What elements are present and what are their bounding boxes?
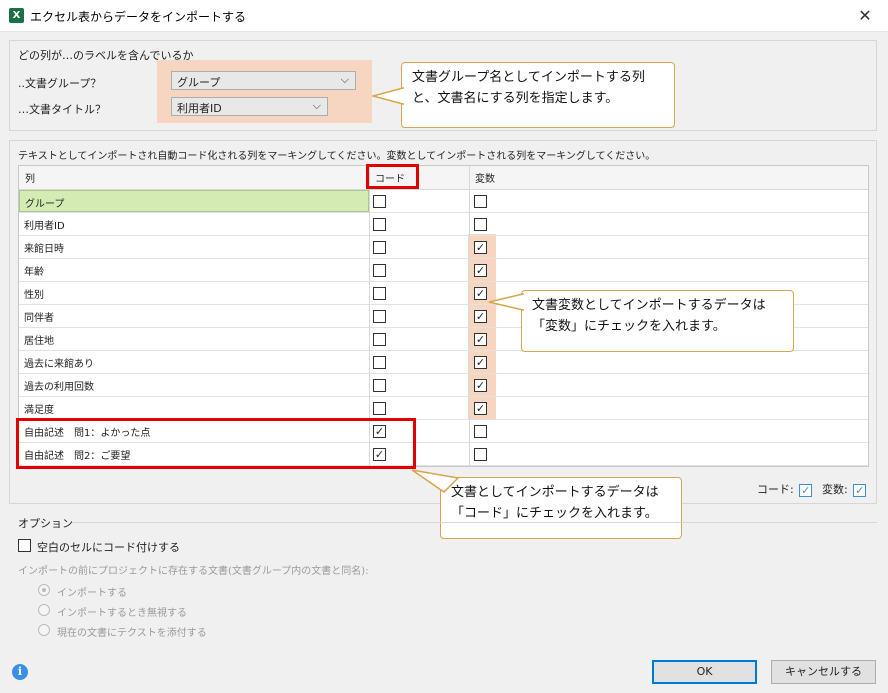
doc-title-select[interactable]: 利用者ID ⌵ — [171, 97, 328, 116]
column-name-cell[interactable]: 来館日時 — [19, 236, 369, 258]
chevron-down-icon: ⌵ — [312, 99, 321, 112]
variable-checkbox[interactable] — [474, 448, 487, 461]
code-checkbox[interactable] — [373, 241, 386, 254]
variable-checkbox[interactable] — [474, 425, 487, 438]
radio-import[interactable] — [38, 584, 50, 596]
doc-group-select[interactable]: グループ ⌵ — [171, 71, 356, 90]
header-col: 列 — [25, 174, 35, 185]
close-button[interactable]: ✕ — [842, 0, 888, 31]
code-checkbox[interactable] — [373, 402, 386, 415]
variable-checkbox[interactable]: ✓ — [474, 264, 487, 277]
code-empty-cells-checkbox[interactable] — [18, 539, 31, 552]
callout-tail — [372, 87, 404, 105]
table-row: 満足度 ✓ — [19, 397, 868, 420]
legend-variable-label: 変数: — [822, 483, 848, 496]
table-row: 過去の利用回数 ✓ — [19, 374, 868, 397]
column-name-cell[interactable]: 過去の利用回数 — [19, 374, 369, 396]
doc-title-value: 利用者ID — [177, 102, 222, 115]
code-checkbox[interactable] — [373, 356, 386, 369]
column-name-cell[interactable]: 年齢 — [19, 259, 369, 281]
radio-ignore-label[interactable]: インポートするとき無視する — [57, 604, 187, 619]
options-title: オプション — [18, 517, 73, 530]
legend-code-label: コード: — [757, 483, 794, 496]
window-title: エクセル表からデータをインポートする — [30, 10, 247, 24]
variable-checkbox[interactable]: ✓ — [474, 287, 487, 300]
variable-checkbox[interactable]: ✓ — [474, 379, 487, 392]
cancel-button[interactable]: キャンセルする — [771, 660, 876, 684]
radio-ignore[interactable] — [38, 604, 50, 616]
column-name-cell[interactable]: 同伴者 — [19, 305, 369, 327]
column-name-cell[interactable]: 性別 — [19, 282, 369, 304]
title-bar: X エクセル表からデータをインポートする ✕ — [0, 0, 888, 32]
radio-append-label[interactable]: 現在の文書にテクストを添付する — [57, 624, 207, 639]
excel-icon: X — [9, 8, 24, 23]
variable-checkbox[interactable] — [474, 195, 487, 208]
variable-checkbox[interactable]: ✓ — [474, 333, 487, 346]
doc-group-label: ..文書グループ？ — [18, 77, 102, 90]
radio-append[interactable] — [38, 624, 50, 636]
table-row: グループ — [19, 190, 868, 213]
code-checkbox[interactable] — [373, 287, 386, 300]
variable-checkbox[interactable]: ✓ — [474, 356, 487, 369]
ok-button[interactable]: OK — [652, 660, 757, 684]
callout-variable: 文書変数としてインポートするデータは「変数」にチェックを入れます。 — [521, 290, 794, 352]
code-checkbox[interactable] — [373, 333, 386, 346]
table-row: 来館日時 ✓ — [19, 236, 868, 259]
variable-checkbox[interactable]: ✓ — [474, 402, 487, 415]
legend-code-check-icon: ✓ — [799, 483, 813, 497]
existing-doc-label: インポートの前にプロジェクトに存在する文書(文書グループ内の文書と同名): — [18, 566, 369, 577]
variable-checkbox[interactable] — [474, 218, 487, 231]
callout-code: 文書としてインポートするデータは「コード」にチェックを入れます。 — [440, 477, 682, 539]
header-variable[interactable]: 変数 — [475, 170, 495, 185]
radio-import-label[interactable]: インポートする — [57, 584, 127, 599]
code-checkbox[interactable] — [373, 310, 386, 323]
info-icon[interactable]: i — [12, 664, 28, 680]
grid-header: 列 コード 変数 — [19, 166, 868, 190]
code-empty-cells-label[interactable]: 空白のセルにコード付けする — [37, 539, 180, 555]
table-row: 利用者ID — [19, 213, 868, 236]
column-name-cell[interactable]: 利用者ID — [19, 213, 369, 235]
doc-group-value: グループ — [177, 76, 221, 89]
column-name-cell[interactable]: 満足度 — [19, 397, 369, 419]
column-name-cell[interactable]: 過去に来館あり — [19, 351, 369, 373]
chevron-down-icon: ⌵ — [340, 73, 349, 86]
code-checkbox[interactable] — [373, 195, 386, 208]
code-checkbox[interactable] — [373, 264, 386, 277]
columns-instruction: テキストとしてインポートされ自動コード化される列をマーキングしてください。変数と… — [18, 151, 656, 162]
column-name-cell[interactable]: 居住地 — [19, 328, 369, 350]
variable-checkbox[interactable]: ✓ — [474, 241, 487, 254]
options-divider — [72, 522, 877, 523]
code-header-redbox — [366, 164, 419, 189]
table-row: 年齢 ✓ — [19, 259, 868, 282]
doc-title-label: …文書タイトル？ — [18, 103, 106, 116]
variable-checkbox[interactable]: ✓ — [474, 310, 487, 323]
callout-group-title: 文書グループ名としてインポートする列と、文書名にする列を指定します。 — [401, 62, 675, 128]
free-text-redbox — [16, 418, 416, 469]
callout-tail — [411, 469, 460, 493]
code-checkbox[interactable] — [373, 379, 386, 392]
legend-variable-check-icon: ✓ — [853, 483, 867, 497]
callout-tail — [488, 293, 524, 311]
column-name-cell[interactable]: グループ — [19, 190, 369, 212]
code-checkbox[interactable] — [373, 218, 386, 231]
column-divider — [469, 166, 470, 466]
legend-code: コード: ✓ — [757, 481, 813, 497]
table-row: 過去に来館あり ✓ — [19, 351, 868, 374]
legend-variable: 変数: ✓ — [822, 481, 867, 497]
